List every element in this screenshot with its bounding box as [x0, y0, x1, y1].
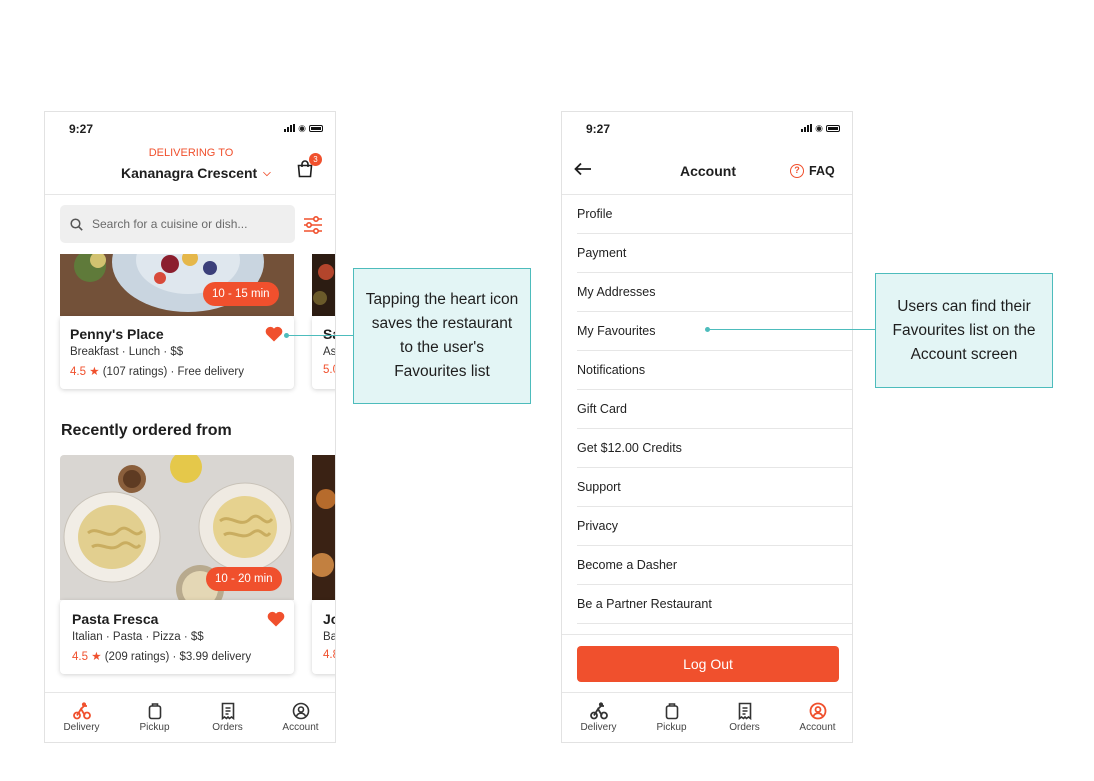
status-time: 9:27 [69, 122, 94, 136]
restaurant-name: Sa [323, 326, 335, 342]
chevron-down-icon: ⌵ [263, 167, 271, 179]
tab-label: Delivery [580, 722, 617, 733]
tab-orders[interactable]: Orders [708, 693, 781, 742]
delivery-time-badge: 10 - 20 min [206, 567, 282, 591]
callout-connector-line [288, 335, 353, 336]
restaurant-rating: 4.8 [323, 649, 335, 661]
restaurant-tags: Breakfast · Lunch · $$ [70, 346, 184, 358]
delivery-icon [589, 702, 608, 720]
tab-label: Pickup [139, 722, 170, 733]
rating-value: 5.0 [323, 364, 335, 376]
restaurant-rating: 5.0 [323, 364, 335, 376]
menu-item-gift-card[interactable]: Gift Card [577, 390, 852, 429]
account-icon [292, 702, 309, 720]
restaurant-photo[interactable] [312, 254, 335, 316]
search-bar[interactable] [60, 205, 295, 243]
favourite-heart-icon[interactable] [265, 326, 283, 342]
section-title: Recently ordered from [61, 422, 232, 439]
status-icons: ◉ [801, 123, 840, 133]
menu-item-my-addresses[interactable]: My Addresses [577, 273, 852, 312]
rating-value: 4.5 [70, 366, 86, 378]
menu-item-support[interactable]: Support [577, 468, 852, 507]
favourite-heart-icon[interactable] [267, 611, 285, 627]
wifi-icon: ◉ [815, 123, 823, 133]
account-menu: Profile Payment My Addresses My Favourites N… [577, 195, 852, 624]
bottom-tab-bar: Delivery Pickup Orders Account [45, 692, 335, 742]
delivering-to-label: DELIVERING TO [148, 147, 234, 159]
pickup-icon [665, 703, 678, 720]
tab-account[interactable]: Account [781, 693, 852, 742]
search-input[interactable] [92, 217, 272, 231]
filter-icon[interactable] [303, 215, 323, 235]
restaurant-name: Penny's Place [70, 326, 164, 342]
battery-icon [826, 124, 840, 132]
menu-item-my-favourites[interactable]: My Favourites [577, 312, 852, 351]
tab-pickup[interactable]: Pickup [635, 693, 708, 742]
status-time: 9:27 [586, 122, 611, 136]
callout-favourites: Users can find their Favourites list on … [875, 273, 1053, 388]
menu-item-profile[interactable]: Profile [577, 195, 852, 234]
search-icon [70, 217, 83, 231]
divider [562, 634, 852, 635]
menu-item-notifications[interactable]: Notifications [577, 351, 852, 390]
callout-heart: Tapping the heart icon saves the restaur… [353, 268, 531, 404]
faq-label: FAQ [809, 164, 835, 178]
address-text: Kananagra Crescent [121, 165, 258, 181]
pickup-icon [148, 703, 161, 720]
star-icon: ★ [89, 366, 100, 378]
orders-icon [738, 702, 751, 720]
faq-button[interactable]: ? FAQ [790, 164, 835, 178]
signal-icon [284, 124, 296, 132]
help-icon: ? [790, 164, 804, 178]
tab-account[interactable]: Account [264, 693, 335, 742]
restaurant-name: Pasta Fresca [72, 611, 159, 627]
rating-value: 4.5 [72, 651, 88, 663]
battery-icon [309, 124, 323, 132]
tab-orders[interactable]: Orders [191, 693, 264, 742]
restaurant-name: Jo [323, 611, 335, 627]
restaurant-tags: Italian · Pasta · Pizza · $$ [72, 631, 204, 643]
restaurant-photo[interactable] [312, 455, 335, 600]
menu-item-be-a-partner-restaurant[interactable]: Be a Partner Restaurant [577, 585, 852, 624]
delivery-icon [72, 702, 91, 720]
tab-delivery[interactable]: Delivery [45, 693, 118, 742]
tab-label: Pickup [656, 722, 687, 733]
callout-connector-line [709, 329, 875, 330]
star-icon: ★ [91, 651, 102, 663]
rating-details: (107 ratings) · Free delivery [102, 366, 244, 378]
orders-icon [221, 702, 234, 720]
status-icons: ◉ [284, 123, 323, 133]
wifi-icon: ◉ [298, 123, 306, 133]
home-screen: 9:27 ◉ DELIVERING TO Kananagra Crescent … [44, 111, 336, 743]
rating-value: 4.8 [323, 649, 335, 661]
signal-icon [801, 124, 813, 132]
delivery-time-badge: 10 - 15 min [203, 282, 279, 306]
cart-count-badge: 3 [309, 153, 322, 166]
account-screen: 9:27 ◉ Account ? FAQ Profile Payment My Ad… [561, 111, 853, 743]
rating-details: (209 ratings) · $3.99 delivery [104, 651, 252, 663]
tab-label: Account [799, 722, 836, 733]
restaurant-rating: 4.5 ★ (209 ratings) · $3.99 delivery [72, 649, 251, 663]
tab-label: Orders [729, 722, 760, 733]
tab-label: Account [282, 722, 319, 733]
tab-pickup[interactable]: Pickup [118, 693, 191, 742]
tab-label: Orders [212, 722, 243, 733]
header-divider [45, 194, 335, 195]
logout-button[interactable]: Log Out [577, 646, 839, 682]
menu-item-payment[interactable]: Payment [577, 234, 852, 273]
restaurant-rating: 4.5 ★ (107 ratings) · Free delivery [70, 364, 244, 378]
menu-item-get-12-00-credits[interactable]: Get $12.00 Credits [577, 429, 852, 468]
tab-delivery[interactable]: Delivery [562, 693, 635, 742]
account-icon [809, 702, 826, 720]
restaurant-tags: As [323, 346, 336, 358]
restaurant-tags: Ba [323, 631, 336, 643]
address-selector[interactable]: Kananagra Crescent ⌵ [121, 165, 271, 181]
menu-item-become-a-dasher[interactable]: Become a Dasher [577, 546, 852, 585]
tab-label: Delivery [63, 722, 100, 733]
menu-item-privacy[interactable]: Privacy [577, 507, 852, 546]
bottom-tab-bar: Delivery Pickup Orders Account [562, 692, 852, 742]
